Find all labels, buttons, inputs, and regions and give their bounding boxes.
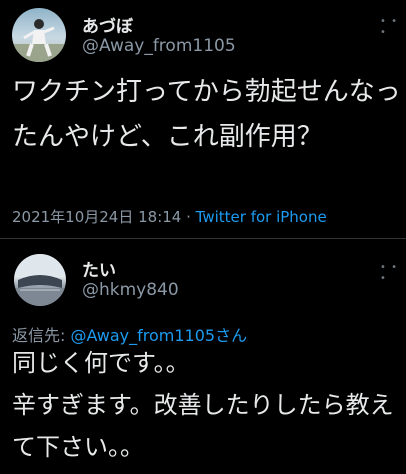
reply-user-handle[interactable]: @hkmy840 [82,280,179,300]
tweet-source[interactable]: Twitter for iPhone [196,208,327,226]
reply-avatar[interactable] [14,254,66,306]
tweet-meta: 2021年10月24日 18:14 · Twitter for iPhone [12,206,327,227]
tweet-timestamp[interactable]: 2021年10月24日 18:14 [12,208,181,226]
user-name[interactable]: あづぼ [82,12,133,37]
meta-separator: · [181,208,196,226]
reply-text: 同じく何です。。 辛すぎます。改善したりしたら教えて下さい。。 [12,342,402,468]
reply-more-dots-icon[interactable]: • • • [380,262,398,284]
reply-text-line2: 辛すぎます。改善したりしたら教えて下さい。。 [12,391,394,461]
more-dots-icon[interactable]: • • • [380,16,398,38]
reply-user-name[interactable]: たい [82,256,116,281]
divider [0,238,406,239]
tweet-text: ワクチン打ってから勃起せんなったんやけど、これ副作用？ [12,77,401,152]
stadium-photo-icon [14,254,66,306]
avatar[interactable] [12,8,66,62]
reply-text-line1: 同じく何です。。 [12,349,190,377]
user-handle[interactable]: @Away_from1105 [82,36,236,56]
profile-photo-icon [12,19,66,62]
